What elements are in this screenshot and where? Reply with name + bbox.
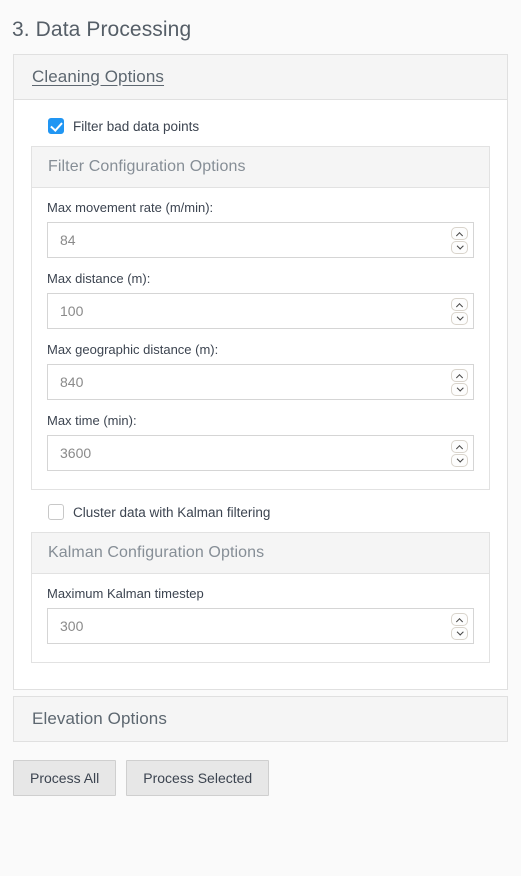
elevation-options-panel: Elevation Options (13, 696, 508, 742)
filter-bad-data-points-checkbox[interactable] (48, 118, 64, 134)
chevron-up-icon[interactable] (451, 297, 468, 311)
kalman-configuration-title: Kalman Configuration Options (48, 544, 265, 561)
max-time-stepper[interactable] (451, 439, 468, 467)
kalman-configuration-header: Kalman Configuration Options (32, 533, 489, 574)
max-geographic-distance-field: Max geographic distance (m): 840 (47, 342, 474, 400)
chevron-up-icon[interactable] (451, 368, 468, 382)
max-movement-rate-value: 84 (60, 232, 76, 248)
filter-configuration-panel: Filter Configuration Options Max movemen… (31, 146, 490, 490)
chevron-down-icon[interactable] (451, 311, 468, 325)
chevron-down-icon[interactable] (451, 626, 468, 640)
kalman-configuration-panel: Kalman Configuration Options Maximum Kal… (31, 532, 490, 663)
chevron-down-icon[interactable] (451, 240, 468, 254)
max-time-field: Max time (min): 3600 (47, 413, 474, 471)
kalman-filtering-checkbox[interactable] (48, 504, 64, 520)
elevation-options-title[interactable]: Elevation Options (32, 709, 167, 729)
kalman-filtering-row[interactable]: Cluster data with Kalman filtering (31, 500, 490, 524)
max-geographic-distance-stepper[interactable] (451, 368, 468, 396)
page-title: 3. Data Processing (12, 18, 192, 41)
maximum-kalman-timestep-stepper[interactable] (451, 612, 468, 640)
kalman-filtering-label: Cluster data with Kalman filtering (73, 504, 271, 520)
process-all-button[interactable]: Process All (13, 760, 117, 796)
filter-bad-data-points-label: Filter bad data points (73, 118, 200, 134)
cleaning-options-body: Filter bad data points Filter Configurat… (14, 100, 507, 689)
maximum-kalman-timestep-field: Maximum Kalman timestep 300 (47, 586, 474, 644)
filter-configuration-body: Max movement rate (m/min): 84 Max distan… (32, 188, 489, 489)
maximum-kalman-timestep-label: Maximum Kalman timestep (47, 586, 204, 601)
max-distance-label: Max distance (m): (47, 271, 151, 286)
max-distance-value: 100 (60, 303, 84, 319)
max-distance-input[interactable]: 100 (47, 293, 474, 329)
max-distance-field: Max distance (m): 100 (47, 271, 474, 329)
max-movement-rate-field: Max movement rate (m/min): 84 (47, 200, 474, 258)
chevron-down-icon[interactable] (451, 453, 468, 467)
max-movement-rate-label: Max movement rate (m/min): (47, 200, 214, 215)
max-geographic-distance-input[interactable]: 840 (47, 364, 474, 400)
cleaning-options-header[interactable]: Cleaning Options (14, 55, 507, 100)
cleaning-options-panel: Cleaning Options Filter bad data points … (13, 54, 508, 690)
chevron-up-icon[interactable] (451, 612, 468, 626)
maximum-kalman-timestep-value: 300 (60, 618, 84, 634)
process-selected-button[interactable]: Process Selected (126, 760, 270, 796)
max-distance-stepper[interactable] (451, 297, 468, 325)
max-time-value: 3600 (60, 445, 92, 461)
elevation-options-header[interactable]: Elevation Options (14, 697, 507, 741)
data-processing-page: 3. Data Processing Cleaning Options Filt… (0, 0, 521, 796)
maximum-kalman-timestep-input[interactable]: 300 (47, 608, 474, 644)
chevron-down-icon[interactable] (451, 382, 468, 396)
max-movement-rate-input[interactable]: 84 (47, 222, 474, 258)
max-time-label: Max time (min): (47, 413, 137, 428)
filter-bad-data-points-row[interactable]: Filter bad data points (31, 114, 490, 138)
chevron-up-icon[interactable] (451, 226, 468, 240)
max-geographic-distance-value: 840 (60, 374, 84, 390)
chevron-up-icon[interactable] (451, 439, 468, 453)
max-geographic-distance-label: Max geographic distance (m): (47, 342, 219, 357)
max-time-input[interactable]: 3600 (47, 435, 474, 471)
filter-configuration-header: Filter Configuration Options (32, 147, 489, 188)
max-movement-rate-stepper[interactable] (451, 226, 468, 254)
cleaning-options-title[interactable]: Cleaning Options (32, 67, 164, 87)
footer-button-row: Process All Process Selected (0, 748, 521, 796)
kalman-configuration-body: Maximum Kalman timestep 300 (32, 574, 489, 662)
filter-configuration-title: Filter Configuration Options (48, 158, 246, 175)
